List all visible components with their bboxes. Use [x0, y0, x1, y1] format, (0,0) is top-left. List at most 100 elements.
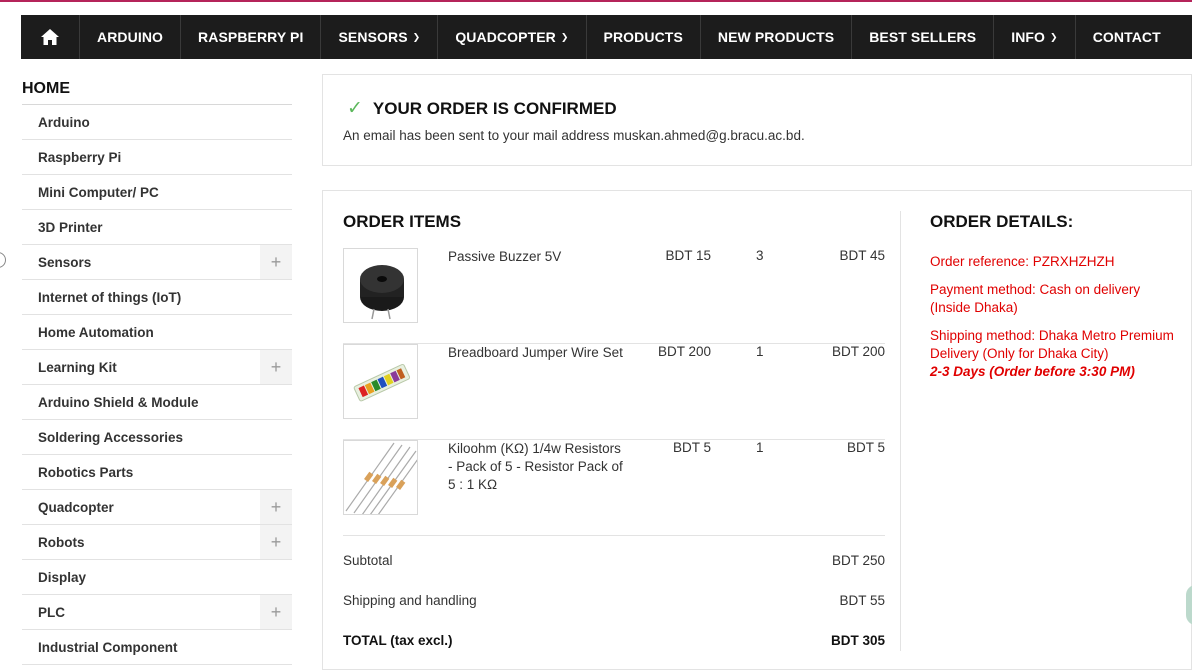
- sidebar-item-label: Robots: [38, 534, 85, 550]
- nav-new-products[interactable]: NEW PRODUCTS: [701, 15, 853, 59]
- order-details-title: ORDER DETAILS:: [930, 212, 1074, 231]
- nav-arduino[interactable]: ARDUINO: [80, 15, 182, 59]
- order-item-row: Breadboard Jumper Wire Set BDT 200 1 BDT…: [343, 344, 885, 440]
- quantity: 1: [756, 440, 764, 455]
- chevron-down-icon: ❯: [560, 31, 569, 42]
- confirmation-message: An email has been sent to your mail addr…: [343, 128, 805, 143]
- sidebar-item-label: Internet of things (IoT): [38, 289, 182, 305]
- plus-icon[interactable]: +: [260, 490, 292, 524]
- sidebar-item-raspberry-pi[interactable]: Raspberry Pi: [22, 140, 292, 175]
- product-name[interactable]: Breadboard Jumper Wire Set: [448, 344, 623, 362]
- nav-products[interactable]: PRODUCTS: [587, 15, 701, 59]
- product-image-resistors[interactable]: [343, 440, 418, 515]
- nav-info[interactable]: INFO ❯: [994, 15, 1076, 59]
- sidebar-item-robots[interactable]: Robots +: [22, 525, 292, 560]
- sidebar-item-label: Home Automation: [38, 324, 154, 340]
- nav-raspberry-pi[interactable]: RASPBERRY PI: [181, 15, 322, 59]
- order-item-row: Kiloohm (KΩ) 1/4w Resistors - Pack of 5 …: [343, 440, 885, 536]
- delivery-estimate: 2-3 Days (Order before 3:30 PM): [930, 364, 1135, 379]
- plus-icon[interactable]: +: [260, 350, 292, 384]
- product-image-buzzer[interactable]: [343, 248, 418, 323]
- sidebar-title[interactable]: HOME: [22, 72, 292, 105]
- nav-best-sellers[interactable]: BEST SELLERS: [852, 15, 995, 59]
- shipping-method: Shipping method: Dhaka Metro Premium Del…: [930, 328, 1174, 361]
- nav-home[interactable]: [21, 15, 80, 59]
- sidebar-item-sensors[interactable]: Sensors +: [22, 245, 292, 280]
- sidebar-item-learning-kit[interactable]: Learning Kit +: [22, 350, 292, 385]
- nav-sensors[interactable]: SENSORS ❯: [321, 15, 439, 59]
- order-summary-card: ORDER ITEMS Passive Buzzer 5V BDT 15 3 B…: [322, 190, 1192, 670]
- sidebar-item-label: Robotics Parts: [38, 464, 134, 480]
- sidebar-item-quadcopter[interactable]: Quadcopter +: [22, 490, 292, 525]
- plus-icon[interactable]: +: [260, 525, 292, 559]
- confirmation-title: ✓ YOUR ORDER IS CONFIRMED: [347, 97, 617, 120]
- home-icon: [41, 29, 59, 45]
- nav-label: QUADCOPTER: [455, 29, 556, 45]
- shipping-label: Shipping and handling: [343, 593, 477, 608]
- quantity: 1: [756, 344, 764, 359]
- subtotal-row: Subtotal BDT 250: [343, 553, 885, 568]
- subtotal-label: Subtotal: [343, 553, 393, 568]
- sidebar-item-arduino-shield[interactable]: Arduino Shield & Module: [22, 385, 292, 420]
- nav-label: NEW PRODUCTS: [717, 29, 835, 45]
- sidebar-item-label: Mini Computer/ PC: [38, 184, 159, 200]
- sidebar-item-label: Raspberry Pi: [38, 149, 122, 165]
- unit-price: BDT 200: [657, 344, 711, 359]
- order-confirmation-card: ✓ YOUR ORDER IS CONFIRMED An email has b…: [322, 74, 1192, 166]
- nav-label: INFO: [1011, 29, 1046, 45]
- chevron-down-icon: ❯: [1050, 31, 1058, 42]
- nav-label: PRODUCTS: [603, 29, 683, 45]
- sidebar-item-plc[interactable]: PLC +: [22, 595, 292, 630]
- confirmation-title-text: YOUR ORDER IS CONFIRMED: [372, 98, 617, 118]
- subtotal-value: BDT 250: [831, 553, 885, 568]
- sidebar-item-iot[interactable]: Internet of things (IoT): [22, 280, 292, 315]
- sidebar-item-label: Arduino Shield & Module: [38, 394, 199, 410]
- sidebar-item-display[interactable]: Display: [22, 560, 292, 595]
- nav-label: SENSORS: [338, 29, 408, 45]
- column-divider: [900, 211, 901, 651]
- sidebar-item-label: Learning Kit: [38, 359, 117, 375]
- sidebar-item-label: Arduino: [38, 114, 90, 130]
- nav-label: CONTACT: [1092, 29, 1161, 45]
- sidebar-item-arduino[interactable]: Arduino: [22, 105, 292, 140]
- sidebar-item-label: Quadcopter: [38, 499, 114, 515]
- chevron-down-icon: ❯: [412, 31, 421, 42]
- shipping-value: BDT 55: [839, 593, 885, 608]
- sidebar-item-label: PLC: [38, 604, 65, 620]
- main-navbar: ARDUINO RASPBERRY PI SENSORS ❯ QUADCOPTER…: [21, 15, 1192, 59]
- sidebar-item-label: 3D Printer: [38, 219, 103, 235]
- total-label: TOTAL (tax excl.): [343, 633, 453, 648]
- line-total: BDT 45: [839, 248, 885, 263]
- plus-icon[interactable]: +: [260, 595, 292, 629]
- product-image-jumper-wire[interactable]: [343, 344, 418, 419]
- sidebar-item-robotics-parts[interactable]: Robotics Parts: [22, 455, 292, 490]
- line-total: BDT 5: [846, 440, 885, 455]
- shipping-row: Shipping and handling BDT 55: [343, 593, 885, 608]
- payment-method: Payment method: Cash on delivery (Inside…: [930, 282, 1141, 315]
- plus-icon[interactable]: +: [260, 245, 292, 279]
- sidebar-item-label: Industrial Component: [38, 639, 178, 655]
- product-name[interactable]: Kiloohm (KΩ) 1/4w Resistors - Pack of 5 …: [448, 440, 623, 494]
- line-total: BDT 200: [831, 344, 885, 359]
- chat-widget-button[interactable]: [1186, 585, 1192, 625]
- scroll-handle[interactable]: [0, 252, 6, 268]
- nav-quadcopter[interactable]: QUADCOPTER ❯: [438, 15, 587, 59]
- total-value: BDT 305: [830, 633, 885, 648]
- sidebar-item-soldering[interactable]: Soldering Accessories: [22, 420, 292, 455]
- order-item-row: Passive Buzzer 5V BDT 15 3 BDT 45: [343, 248, 885, 344]
- product-name[interactable]: Passive Buzzer 5V: [448, 248, 623, 266]
- unit-price: BDT 15: [665, 248, 711, 263]
- nav-label: RASPBERRY PI: [198, 29, 304, 45]
- order-details: Order reference: PZRXHZHZH Payment metho…: [930, 253, 1180, 381]
- nav-label: ARDUINO: [97, 29, 164, 45]
- nav-contact[interactable]: CONTACT: [1076, 15, 1178, 59]
- quantity: 3: [756, 248, 764, 263]
- order-items-title: ORDER ITEMS: [343, 212, 462, 231]
- sidebar-item-mini-computer[interactable]: Mini Computer/ PC: [22, 175, 292, 210]
- checkmark-icon: ✓: [347, 98, 363, 119]
- sidebar-item-industrial[interactable]: Industrial Component: [22, 630, 292, 665]
- sidebar-item-label: Sensors: [38, 254, 92, 270]
- sidebar-item-3d-printer[interactable]: 3D Printer: [22, 210, 292, 245]
- sidebar-item-home-automation[interactable]: Home Automation: [22, 315, 292, 350]
- sidebar-item-label: Display: [38, 569, 87, 585]
